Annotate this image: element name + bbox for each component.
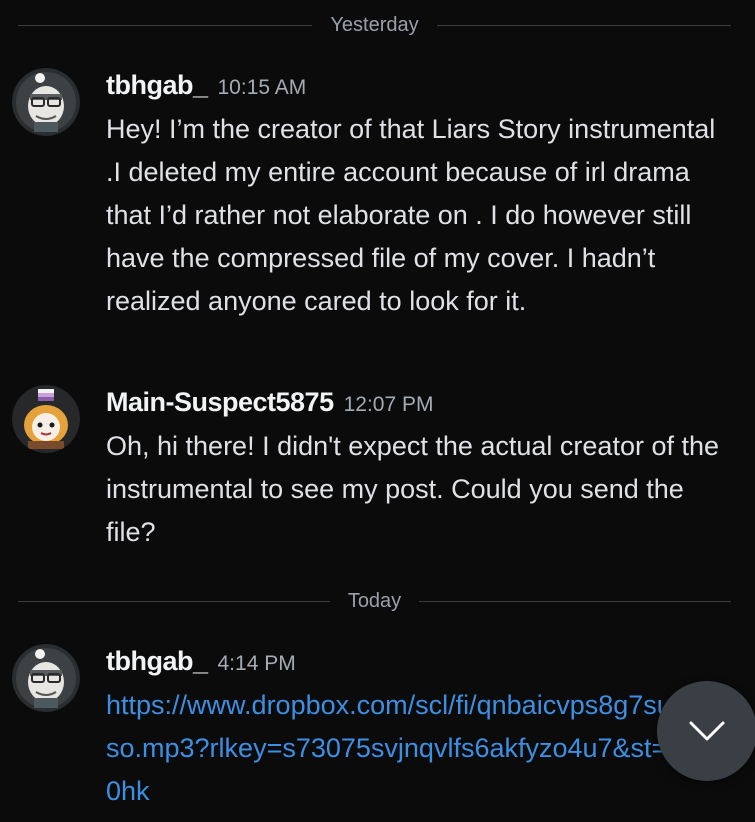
message-body: tbhgab_ 4:14 PM https://www.dropbox.com/… [106,646,735,813]
timestamp: 12:07 PM [343,393,434,416]
username[interactable]: tbhgab_ [106,646,208,677]
divider-line [436,24,731,26]
dropbox-link[interactable]: https://www.dropbox.com/scl/fi/qnbaicvps… [106,684,735,813]
timestamp: 10:15 AM [217,76,307,99]
avatar-image [12,385,80,453]
message-text: Hey! I’m the creator of that Liars Story… [106,114,716,316]
message-header: tbhgab_ 4:14 PM [106,646,735,682]
chat-view: Yesterday tbhgab_ 10:15 AM Hey! I’m the [0,0,755,822]
avatar[interactable] [12,644,80,712]
message-header: Main-Suspect5875 12:07 PM [106,387,735,423]
date-divider-yesterday: Yesterday [18,13,731,36]
message-body: Main-Suspect5875 12:07 PM Oh, hi there! … [106,387,735,554]
avatar[interactable] [12,385,80,453]
divider-line [18,24,313,26]
avatar-image [12,644,80,712]
chevron-down-icon [689,721,725,741]
date-divider-today: Today [18,589,731,612]
scroll-to-bottom-button[interactable] [657,681,755,781]
message-body: tbhgab_ 10:15 AM Hey! I’m the creator of… [106,70,735,323]
avatar-image [12,68,80,136]
username[interactable]: tbhgab_ [106,70,208,101]
message-text: Oh, hi there! I didn't expect the actual… [106,431,720,547]
message-header: tbhgab_ 10:15 AM [106,70,735,106]
avatar[interactable] [12,68,80,136]
divider-line [18,600,330,602]
date-divider-label: Yesterday [330,13,419,36]
divider-line [419,600,731,602]
date-divider-label: Today [347,589,402,612]
username[interactable]: Main-Suspect5875 [106,387,334,418]
timestamp: 4:14 PM [217,652,296,675]
